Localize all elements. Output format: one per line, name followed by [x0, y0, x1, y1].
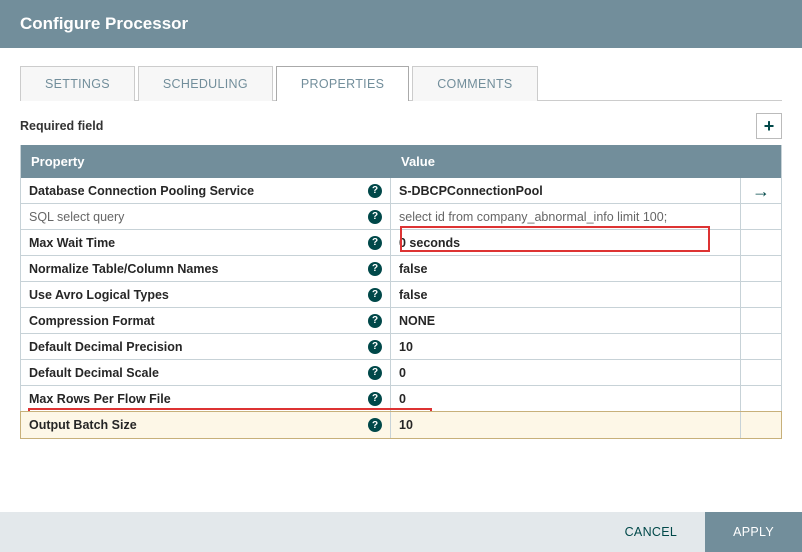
property-name-cell: Normalize Table/Column Names?	[21, 256, 391, 281]
column-header-property: Property	[21, 145, 391, 178]
property-value-cell[interactable]: false	[391, 256, 741, 281]
property-value: select id from company_abnormal_info lim…	[399, 210, 667, 224]
property-name: Database Connection Pooling Service	[29, 184, 254, 198]
property-value-cell[interactable]: select id from company_abnormal_info lim…	[391, 204, 741, 229]
property-value: false	[399, 262, 428, 276]
help-icon[interactable]: ?	[368, 418, 382, 432]
help-icon[interactable]: ?	[368, 366, 382, 380]
apply-button[interactable]: APPLY	[705, 512, 802, 552]
property-name-cell: SQL select query?	[21, 204, 391, 229]
help-icon[interactable]: ?	[368, 184, 382, 198]
property-name-cell: Max Rows Per Flow File?	[21, 386, 391, 411]
add-property-button[interactable]: +	[756, 113, 782, 139]
table-row[interactable]: SQL select query? select id from company_…	[21, 204, 781, 230]
goto-icon[interactable]: →	[752, 182, 770, 200]
property-name: Use Avro Logical Types	[29, 288, 169, 302]
property-value: 10	[399, 340, 413, 354]
property-name-cell: Compression Format?	[21, 308, 391, 333]
property-value: 0	[399, 366, 406, 380]
help-icon[interactable]: ?	[368, 314, 382, 328]
help-icon[interactable]: ?	[368, 288, 382, 302]
help-icon[interactable]: ?	[368, 262, 382, 276]
property-value-cell[interactable]: false	[391, 282, 741, 307]
table-row[interactable]: Max Wait Time? 0 seconds	[21, 230, 781, 256]
column-header-actions	[741, 145, 781, 178]
table-row[interactable]: Use Avro Logical Types? false	[21, 282, 781, 308]
button-label: APPLY	[733, 525, 774, 539]
property-action-cell	[741, 334, 781, 359]
property-name-cell: Default Decimal Precision?	[21, 334, 391, 359]
property-value: S-DBCPConnectionPool	[399, 184, 543, 198]
table-row[interactable]: Compression Format? NONE	[21, 308, 781, 334]
required-field-row: Required field +	[20, 113, 782, 139]
property-name: SQL select query	[29, 210, 124, 224]
property-name: Compression Format	[29, 314, 155, 328]
property-name: Normalize Table/Column Names	[29, 262, 218, 276]
property-name: Default Decimal Scale	[29, 366, 159, 380]
table-row[interactable]: Database Connection Pooling Service? S-DB…	[21, 178, 781, 204]
property-value: 0 seconds	[399, 236, 460, 250]
property-value-cell[interactable]: 0	[391, 360, 741, 385]
plus-icon: +	[764, 116, 775, 137]
property-value-cell[interactable]: 0 seconds	[391, 230, 741, 255]
column-header-value: Value	[391, 145, 741, 178]
property-action-cell: →	[741, 178, 781, 203]
property-value-cell[interactable]: 10	[391, 412, 741, 438]
tab-comments[interactable]: COMMENTS	[412, 66, 537, 101]
tab-label: SETTINGS	[45, 77, 110, 91]
help-icon[interactable]: ?	[368, 210, 382, 224]
button-label: CANCEL	[625, 525, 678, 539]
property-name-cell: Default Decimal Scale?	[21, 360, 391, 385]
property-name-cell: Use Avro Logical Types?	[21, 282, 391, 307]
help-icon[interactable]: ?	[368, 392, 382, 406]
tab-bar: SETTINGS SCHEDULING PROPERTIES COMMENTS	[20, 66, 782, 101]
tab-scheduling[interactable]: SCHEDULING	[138, 66, 273, 101]
table-row[interactable]: Max Rows Per Flow File? 0	[21, 386, 781, 412]
property-name: Output Batch Size	[29, 418, 137, 432]
property-action-cell	[741, 412, 781, 438]
property-action-cell	[741, 204, 781, 229]
tab-settings[interactable]: SETTINGS	[20, 66, 135, 101]
help-icon[interactable]: ?	[368, 236, 382, 250]
property-name-cell: Database Connection Pooling Service?	[21, 178, 391, 203]
property-name-cell: Output Batch Size?	[21, 412, 391, 438]
tab-label: PROPERTIES	[301, 77, 384, 91]
property-value: false	[399, 288, 428, 302]
tab-label: SCHEDULING	[163, 77, 248, 91]
required-field-label: Required field	[20, 119, 103, 133]
property-value-cell[interactable]: 0	[391, 386, 741, 411]
property-action-cell	[741, 360, 781, 385]
tab-label: COMMENTS	[437, 77, 512, 91]
table-row[interactable]: Default Decimal Precision? 10	[21, 334, 781, 360]
property-name: Max Wait Time	[29, 236, 115, 250]
properties-table-body: Database Connection Pooling Service? S-DB…	[20, 178, 782, 439]
property-value-cell[interactable]: 10	[391, 334, 741, 359]
dialog-content: SETTINGS SCHEDULING PROPERTIES COMMENTS …	[0, 48, 802, 512]
property-name: Default Decimal Precision	[29, 340, 183, 354]
dialog-footer: CANCEL APPLY	[0, 512, 802, 552]
property-action-cell	[741, 256, 781, 281]
property-value: 0	[399, 392, 406, 406]
property-name-cell: Max Wait Time?	[21, 230, 391, 255]
property-value-cell[interactable]: NONE	[391, 308, 741, 333]
table-row[interactable]: Output Batch Size? 10	[21, 412, 781, 438]
cancel-button[interactable]: CANCEL	[597, 512, 706, 552]
dialog-title: Configure Processor	[0, 0, 802, 48]
property-action-cell	[741, 230, 781, 255]
property-value: 10	[399, 418, 413, 432]
property-value: NONE	[399, 314, 435, 328]
table-row[interactable]: Normalize Table/Column Names? false	[21, 256, 781, 282]
tab-properties[interactable]: PROPERTIES	[276, 66, 409, 101]
table-row[interactable]: Default Decimal Scale? 0	[21, 360, 781, 386]
property-name: Max Rows Per Flow File	[29, 392, 171, 406]
property-action-cell	[741, 282, 781, 307]
help-icon[interactable]: ?	[368, 340, 382, 354]
properties-table-header: Property Value	[20, 145, 782, 178]
property-value-cell[interactable]: S-DBCPConnectionPool	[391, 178, 741, 203]
property-action-cell	[741, 308, 781, 333]
property-action-cell	[741, 386, 781, 411]
configure-processor-dialog: Configure Processor SETTINGS SCHEDULING …	[0, 0, 802, 552]
